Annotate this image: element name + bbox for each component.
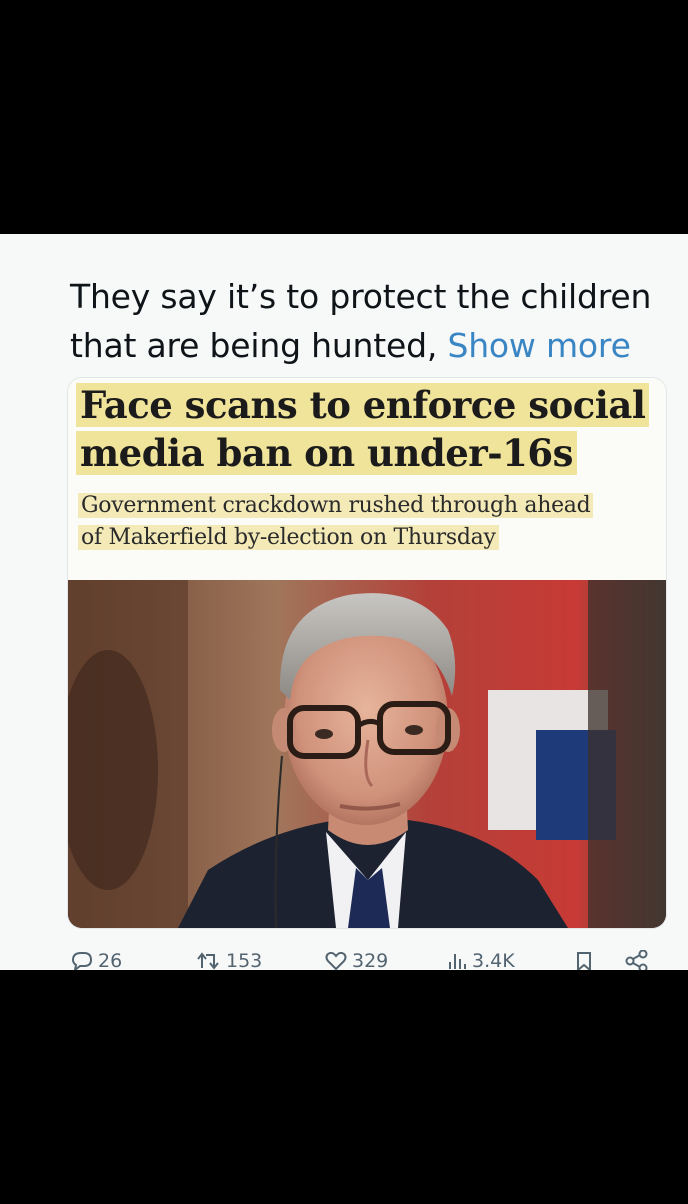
share-button[interactable] (624, 950, 650, 970)
bottom-black-bar (0, 970, 688, 1204)
show-more-link[interactable]: Show more (447, 326, 630, 365)
repost-button[interactable]: 153 (196, 950, 262, 970)
tweet: They say it’s to protect the children th… (0, 234, 688, 970)
bookmark-icon (574, 950, 594, 970)
article-headline-line-1: Face scans to enforce social (76, 382, 650, 428)
article-photo (68, 580, 666, 928)
views-button[interactable]: 3.4K (446, 950, 515, 970)
tweet-text-line-1: They say it’s to protect the children (70, 277, 652, 316)
article-subhead-line-1: Government crackdown rushed through ahea… (78, 490, 594, 522)
views-icon (446, 950, 468, 970)
article-subhead-line-2: of Makerfield by-election on Thursday (78, 522, 499, 554)
repost-count: 153 (226, 950, 263, 970)
share-icon (624, 950, 650, 970)
tweet-text: They say it’s to protect the children th… (70, 272, 670, 370)
views-count: 3.4K (472, 950, 515, 970)
top-black-bar (0, 0, 688, 234)
reply-icon (70, 950, 94, 970)
like-button[interactable]: 329 (324, 950, 388, 970)
tweet-actions: 26 153 329 3.4K (0, 950, 688, 970)
article-headline-area: Face scans to enforce social media ban o… (68, 378, 666, 580)
article-card[interactable]: Face scans to enforce social media ban o… (68, 378, 666, 928)
reply-count: 26 (98, 950, 123, 970)
bookmark-button[interactable] (574, 950, 594, 970)
article-headline-line-2: media ban on under-16s (76, 430, 577, 476)
heart-icon (324, 950, 348, 970)
like-count: 329 (352, 950, 389, 970)
tweet-text-line-2: that are being hunted, (70, 326, 448, 365)
portrait-image (68, 580, 666, 928)
reply-button[interactable]: 26 (70, 950, 122, 970)
repost-icon (196, 950, 222, 970)
